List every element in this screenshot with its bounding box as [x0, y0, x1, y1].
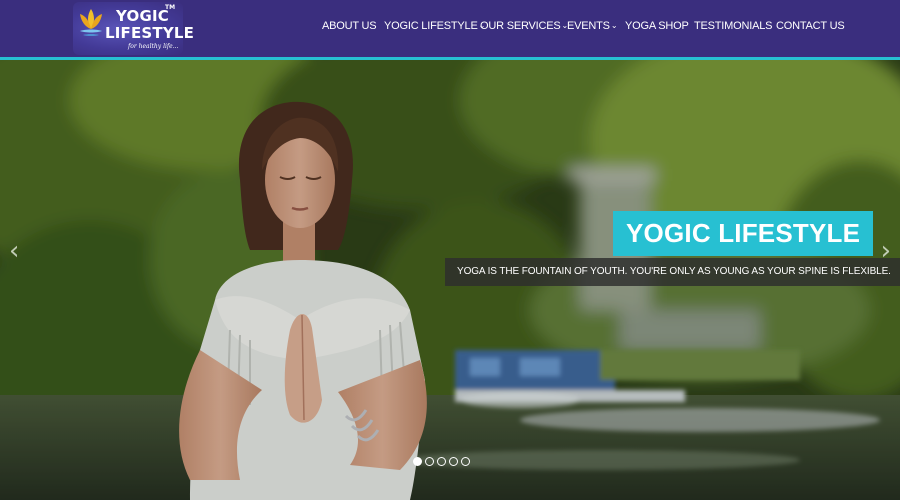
slider-dot-3[interactable] — [437, 457, 446, 466]
slider-dot-1[interactable] — [413, 457, 422, 466]
chevron-down-icon: ⌄ — [610, 21, 618, 30]
nav-item-label: YOGIC LIFESTYLE — [384, 20, 478, 32]
nav-item-label: ABOUT US — [322, 20, 377, 32]
main-navigation: ABOUT US YOGIC LIFESTYLE⌄ OUR SERVICES⌄ … — [0, 0, 900, 57]
slider-prev-arrow[interactable]: ‹ — [9, 238, 19, 264]
hero-subtitle: YOGA IS THE FOUNTAIN OF YOUTH. YOU'RE ON… — [445, 258, 900, 286]
slider-dot-5[interactable] — [461, 457, 470, 466]
nav-item-label: EVENTS — [567, 20, 610, 32]
nav-item-yogic-lifestyle[interactable]: YOGIC LIFESTYLE⌄ — [384, 20, 485, 32]
nav-item-events[interactable]: EVENTS⌄ — [567, 20, 618, 32]
nav-item-contact-us[interactable]: CONTACT US — [776, 20, 845, 32]
nav-item-label: YOGA SHOP — [625, 20, 689, 32]
slider-dot-4[interactable] — [449, 457, 458, 466]
nav-item-label: TESTIMONIALS — [694, 20, 773, 32]
site-header: YOGIC TM LIFESTYLE for healthy life... A… — [0, 0, 900, 57]
nav-item-our-services[interactable]: OUR SERVICES⌄ — [480, 20, 568, 32]
nav-item-label: OUR SERVICES — [480, 20, 561, 32]
nav-item-about-us[interactable]: ABOUT US — [322, 20, 377, 32]
slider-dot-2[interactable] — [425, 457, 434, 466]
hero-title: YOGIC LIFESTYLE — [613, 211, 874, 256]
chevron-left-icon: ‹ — [9, 236, 20, 266]
nav-item-testimonials[interactable]: TESTIMONIALS — [694, 20, 772, 32]
nav-item-label: CONTACT US — [776, 20, 845, 32]
nav-item-yoga-shop[interactable]: YOGA SHOP — [625, 20, 689, 32]
hero-slider: ‹ › YOGIC LIFESTYLE YOGA IS THE FOUNTAIN… — [0, 60, 900, 500]
